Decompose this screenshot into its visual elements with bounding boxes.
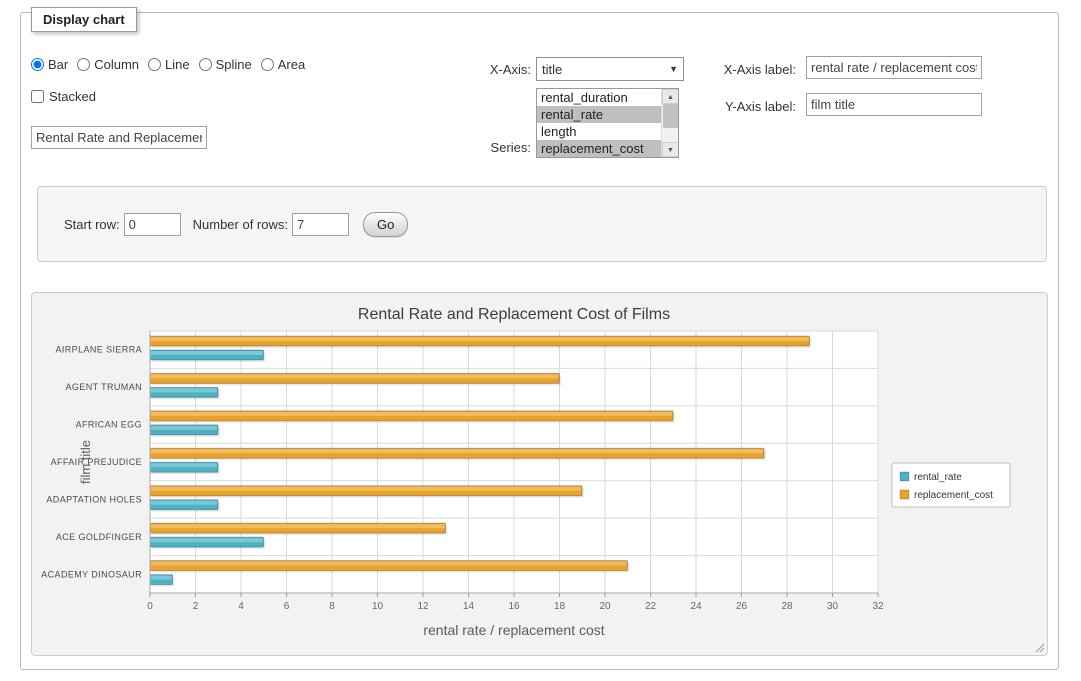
chart-type-column[interactable]: Column [77,57,139,72]
chart-type-bar-label: Bar [48,57,68,72]
x-tick-label: 2 [193,601,199,612]
chart-type-area-label: Area [278,57,305,72]
x-tick-label: 6 [284,601,290,612]
y-axis-label-input[interactable] [806,93,982,116]
x-axis-label: X-Axis: [441,62,531,77]
x-tick-label: 14 [463,601,475,612]
chart-legend[interactable]: rental_rate replacement_cost [892,463,1010,507]
x-tick-label: 22 [645,601,657,612]
x-axis-label-input[interactable] [806,56,982,79]
chart-type-bar-radio[interactable] [31,58,44,71]
series-listbox[interactable]: rental_duration rental_rate length repla… [536,88,679,158]
start-row-input[interactable] [124,213,181,236]
series-option-replacement-cost[interactable]: replacement_cost [537,140,663,157]
stacked-checkbox[interactable] [31,90,44,103]
x-tick-label: 26 [736,601,748,612]
x-tick-label: 8 [329,601,335,612]
x-axis-selected-value: title [542,62,562,77]
legend-label-rental_rate: rental_rate [914,472,962,483]
y-category-label: ACADEMY DINOSAUR [41,569,142,579]
y-axis-label-field-label: Y-Axis label: [671,99,796,114]
series-option-rental-duration[interactable]: rental_duration [537,89,663,106]
x-tick-label: 30 [827,601,839,612]
number-of-rows-label: Number of rows: [193,217,288,232]
panel-title: Display chart [31,7,137,32]
x-tick-label: 16 [508,601,520,612]
x-tick-label: 4 [238,601,244,612]
chart-type-area[interactable]: Area [261,57,305,72]
stacked-label: Stacked [49,89,96,104]
bar-chart: 02468101214161820222426283032AIRPLANE SI… [32,293,1047,655]
chart-type-area-radio[interactable] [261,58,274,71]
y-category-label: AFFAIR PREJUDICE [51,457,142,467]
series-label: Series: [441,140,531,155]
series-option-rental-rate[interactable]: rental_rate [537,106,663,123]
x-tick-label: 10 [372,601,384,612]
chart-type-spline-radio[interactable] [199,58,212,71]
x-tick-label: 20 [599,601,611,612]
display-chart-panel: Display chart Bar Column Line Spline Are… [20,12,1059,670]
resize-handle-icon[interactable] [1033,641,1045,653]
x-tick-label: 0 [147,601,153,612]
x-axis-label-field-label: X-Axis label: [671,62,796,77]
chart-title: Rental Rate and Replacement Cost of Film… [358,306,670,323]
chart-type-line[interactable]: Line [148,57,190,72]
x-tick-label: 12 [417,601,429,612]
chart-type-column-label: Column [94,57,139,72]
number-of-rows-input[interactable] [292,213,349,236]
chart-type-line-label: Line [165,57,190,72]
legend-label-replacement_cost: replacement_cost [914,490,993,501]
y-category-label: AGENT TRUMAN [66,382,142,392]
legend-swatch-replacement_cost [900,490,909,499]
chart-xaxis-title: rental rate / replacement cost [423,622,604,638]
go-button[interactable]: Go [363,212,408,237]
chart-type-line-radio[interactable] [148,58,161,71]
chart-type-column-radio[interactable] [77,58,90,71]
x-tick-label: 28 [781,601,793,612]
y-category-label: ACE GOLDFINGER [56,532,142,542]
x-tick-label: 24 [690,601,702,612]
y-category-label: ADAPTATION HOLES [46,494,142,504]
scroll-down-icon[interactable]: ▼ [662,142,679,157]
rows-range-panel: Start row: Number of rows: Go [37,186,1047,262]
x-tick-label: 32 [872,601,884,612]
chart-title-input[interactable] [31,126,207,149]
legend-swatch-rental_rate [900,472,909,481]
y-category-label: AFRICAN EGG [76,420,142,430]
chart-type-bar[interactable]: Bar [31,57,68,72]
start-row-label: Start row: [64,217,120,232]
y-category-label: AIRPLANE SIERRA [55,345,142,355]
series-option-length[interactable]: length [537,123,663,140]
stacked-option[interactable]: Stacked [31,89,96,104]
chart-container: 02468101214161820222426283032AIRPLANE SI… [31,292,1048,656]
x-axis-select[interactable]: title ▼ [536,57,684,81]
chart-yaxis-title: film title [78,440,93,484]
chart-type-spline[interactable]: Spline [199,57,252,72]
chart-type-spline-label: Spline [216,57,252,72]
chart-type-options: Bar Column Line Spline Area [31,57,314,72]
x-tick-label: 18 [554,601,566,612]
